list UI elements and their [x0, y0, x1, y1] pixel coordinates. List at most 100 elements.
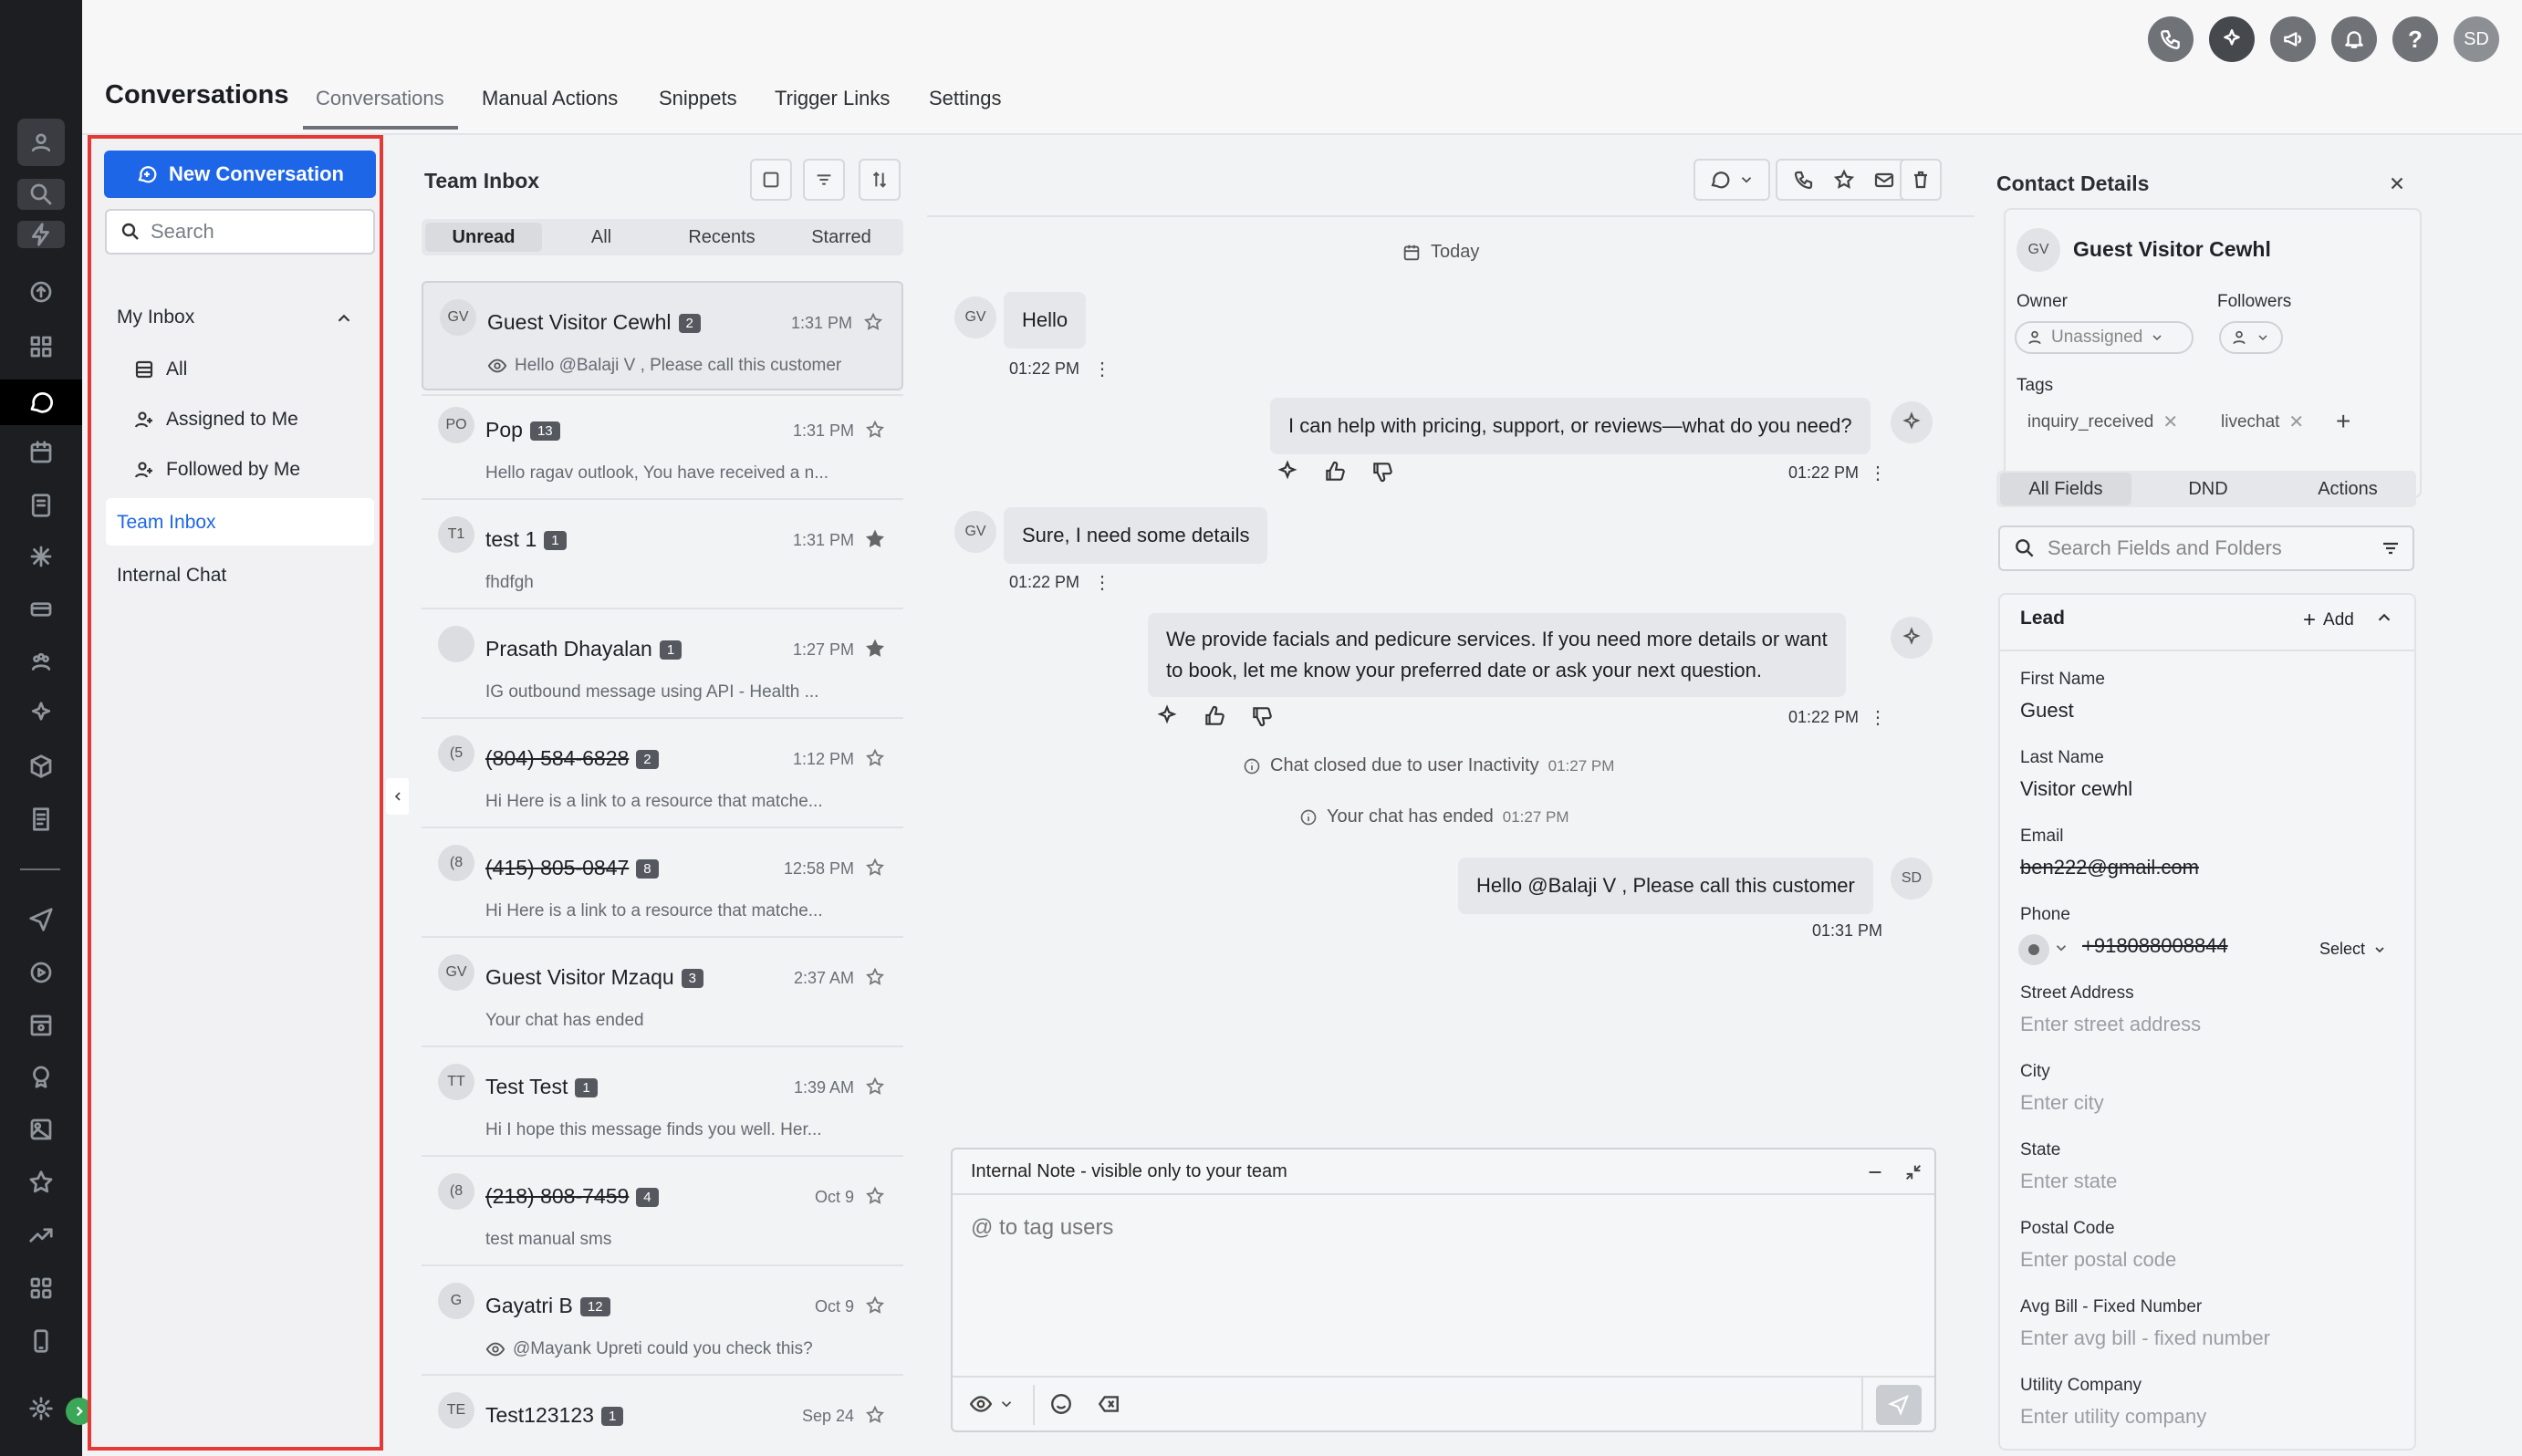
clear-icon[interactable]	[1097, 1392, 1120, 1416]
thumbs-up-icon[interactable]	[1203, 704, 1226, 728]
fields-search-input[interactable]: Search Fields and Folders	[1998, 525, 2414, 571]
filter-icon[interactable]	[803, 159, 845, 201]
calendar-icon[interactable]	[23, 434, 59, 471]
reputation-icon[interactable]	[23, 1164, 59, 1201]
message-more-icon[interactable]: ⋮	[1869, 706, 1887, 729]
community-icon[interactable]	[23, 644, 59, 681]
tab-snippets[interactable]: Snippets	[659, 87, 737, 110]
nav-item-internal-chat[interactable]: Internal Chat	[117, 565, 226, 587]
owner-select[interactable]: Unassigned	[2015, 321, 2194, 354]
app-marketplace-icon[interactable]	[23, 1270, 59, 1306]
field-input[interactable]: Visitor cewhl	[2020, 777, 2132, 801]
my-inbox-header[interactable]: My Inbox	[117, 307, 194, 328]
conversation-item[interactable]: (8 (415) 805-0847 8 12:58 PM Hi Here is a li…	[422, 828, 903, 938]
marketing-icon[interactable]	[23, 901, 59, 938]
collapse-icon[interactable]	[1903, 1162, 1923, 1182]
star-icon[interactable]	[865, 639, 885, 659]
conversation-item[interactable]: T1 test 1 1 1:31 PM fhdfgh	[422, 500, 903, 609]
launchpad-icon[interactable]	[23, 274, 59, 310]
tab-conversations[interactable]: Conversations	[316, 87, 444, 110]
account-icon[interactable]	[17, 119, 65, 166]
field-input[interactable]: Enter state	[2020, 1170, 2117, 1193]
filter-icon[interactable]	[2380, 537, 2402, 559]
message-more-icon[interactable]: ⋮	[1093, 571, 1111, 594]
message-more-icon[interactable]: ⋮	[1093, 358, 1111, 380]
nav-item-followed[interactable]: Followed by Me	[133, 459, 300, 481]
nav-item-assigned[interactable]: Assigned to Me	[133, 409, 298, 431]
nav-item-all[interactable]: All	[133, 359, 187, 380]
conversations-icon[interactable]	[0, 380, 82, 425]
conversation-item[interactable]: (5 (804) 584-6828 2 1:12 PM Hi Here is a lin…	[422, 719, 903, 828]
field-input[interactable]: Enter avg bill - fixed number	[2020, 1326, 2270, 1350]
emoji-icon[interactable]	[1049, 1392, 1073, 1416]
thumbs-down-icon[interactable]	[1250, 704, 1274, 728]
field-input[interactable]: +918088008844	[2082, 934, 2228, 958]
star-icon[interactable]	[865, 748, 885, 768]
thumbs-up-icon[interactable]	[1323, 460, 1347, 484]
star-icon[interactable]	[863, 312, 883, 332]
tab-dnd[interactable]: DND	[2141, 473, 2276, 505]
star-icon[interactable]	[865, 529, 885, 549]
minimize-icon[interactable]	[1865, 1162, 1885, 1182]
field-input[interactable]: ben222@gmail.com	[2020, 856, 2199, 879]
field-input[interactable]: Enter street address	[2020, 1013, 2201, 1036]
ai-agents-icon[interactable]	[23, 695, 59, 732]
memberships-icon[interactable]	[23, 1058, 59, 1095]
chevron-up-icon[interactable]	[2374, 608, 2394, 628]
add-tag-icon[interactable]: +	[2336, 407, 2350, 436]
filter-starred[interactable]: Starred	[785, 223, 898, 252]
nav-search-input[interactable]: Search	[105, 209, 375, 255]
megaphone-icon[interactable]	[2270, 16, 2316, 62]
sort-icon[interactable]	[859, 159, 901, 201]
star-icon[interactable]	[1833, 169, 1855, 191]
send-button[interactable]	[1876, 1385, 1922, 1425]
tag-chip[interactable]: livechat ✕	[2221, 411, 2304, 433]
conversation-item[interactable]: GV Guest Visitor Mzaqu 3 2:37 AM Your chat h…	[422, 938, 903, 1047]
chevron-down-icon[interactable]	[2053, 940, 2069, 956]
delete-icon[interactable]	[1900, 159, 1942, 201]
field-input[interactable]: Enter postal code	[2020, 1248, 2176, 1272]
conversation-item[interactable]: Prasath Dhayalan 1 1:27 PM IG outbound mess…	[422, 609, 903, 719]
help-icon[interactable]: ?	[2392, 16, 2438, 62]
opportunities-icon[interactable]	[23, 538, 59, 575]
thumbs-down-icon[interactable]	[1370, 460, 1394, 484]
nav-item-team-inbox[interactable]: Team Inbox	[117, 512, 216, 534]
mobile-app-icon[interactable]	[23, 1323, 59, 1359]
message-more-icon[interactable]: ⋮	[1869, 462, 1887, 484]
conversation-item[interactable]: (8 (218) 808-7459 4 Oct 9 test manual sms	[422, 1157, 903, 1266]
filter-recents[interactable]: Recents	[666, 223, 777, 252]
conversation-item[interactable]: PO Pop 13 1:31 PM Hello ragav outlook, You h…	[422, 390, 903, 500]
tab-trigger-links[interactable]: Trigger Links	[775, 87, 890, 110]
field-input[interactable]: Guest	[2020, 699, 2074, 723]
star-icon[interactable]	[865, 1295, 885, 1316]
notifications-icon[interactable]	[2331, 16, 2377, 62]
dashboard-icon[interactable]	[23, 328, 59, 365]
field-input[interactable]: Enter city	[2020, 1091, 2104, 1115]
star-icon[interactable]	[865, 858, 885, 878]
reporting-icon[interactable]	[23, 1217, 59, 1253]
tab-actions[interactable]: Actions	[2281, 473, 2414, 505]
visibility-select[interactable]	[969, 1392, 1015, 1416]
ai-sparkle-icon[interactable]	[2209, 16, 2255, 62]
select-all-checkbox[interactable]	[750, 159, 792, 201]
mail-icon[interactable]	[1873, 169, 1895, 191]
star-icon[interactable]	[865, 1186, 885, 1206]
star-icon[interactable]	[865, 420, 885, 440]
close-icon[interactable]	[2387, 173, 2409, 195]
filter-unread[interactable]: Unread	[425, 223, 542, 252]
tab-manual-actions[interactable]: Manual Actions	[482, 87, 618, 110]
field-input[interactable]: Enter utility company	[2020, 1405, 2206, 1429]
tab-all-fields[interactable]: All Fields	[2000, 473, 2131, 505]
tag-chip[interactable]: inquiry_received ✕	[2027, 411, 2178, 433]
sites-icon[interactable]	[23, 1007, 59, 1044]
marketplace-icon[interactable]	[23, 748, 59, 785]
flash-icon[interactable]	[17, 221, 65, 248]
remove-tag-icon[interactable]: ✕	[2288, 411, 2304, 433]
phone-icon[interactable]	[2148, 16, 2194, 62]
ai-sparkle-icon[interactable]	[1155, 704, 1179, 728]
media-icon[interactable]	[23, 1111, 59, 1148]
country-flag-icon[interactable]	[2018, 934, 2049, 965]
phone-type-select[interactable]: Select	[2319, 940, 2387, 959]
conversation-item[interactable]: G Gayatri B 12 Oct 9 @Mayank Upreti could yo…	[422, 1266, 903, 1376]
add-field-button[interactable]: + Add	[2303, 608, 2354, 633]
